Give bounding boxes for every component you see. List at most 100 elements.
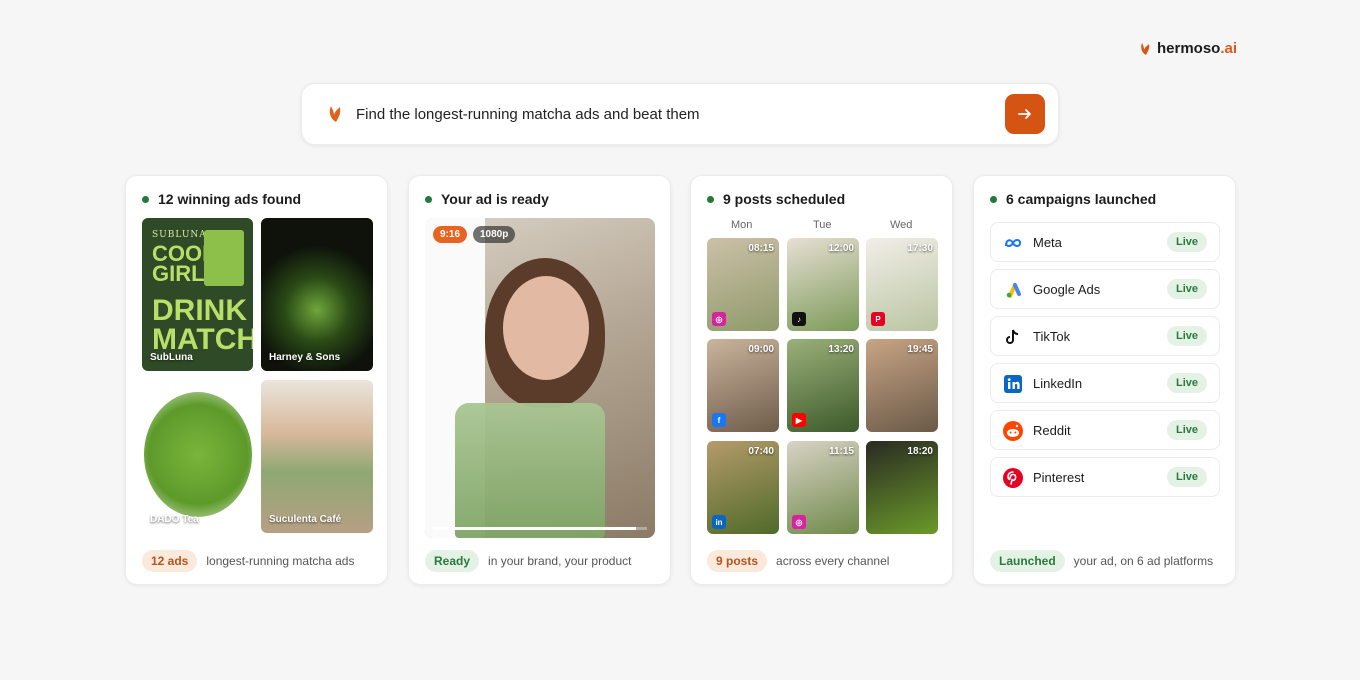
face-shape <box>503 276 589 380</box>
youtube-icon: ▶ <box>792 413 806 427</box>
brand-logo: hermoso.ai <box>1140 40 1237 57</box>
platform-name: LinkedIn <box>1033 376 1083 391</box>
ad-ready-card: Your ad is ready 9:16 1080p Ready in your… <box>408 175 671 585</box>
product-pouch <box>204 230 244 286</box>
post-time: 07:40 <box>748 446 774 457</box>
platform-row-reddit[interactable]: Reddit Live <box>990 410 1220 450</box>
subluna-art-line: DRINK <box>152 294 247 327</box>
posts-scheduled-card: 9 posts scheduled Mon Tue Wed 08:15 ◎ 12:0… <box>690 175 953 585</box>
footer-text: across every channel <box>776 554 890 568</box>
scheduled-post[interactable]: 09:00 f <box>707 339 779 432</box>
status-badge: Ready <box>425 550 480 572</box>
platform-name: Pinterest <box>1033 470 1085 485</box>
post-time: 08:15 <box>748 243 774 254</box>
post-time: 19:45 <box>907 344 933 355</box>
scheduled-post[interactable]: 08:15 ◎ <box>707 238 779 331</box>
card-footer: 12 ads longest-running matcha ads <box>142 550 354 572</box>
post-time: 09:00 <box>748 344 774 355</box>
card-title-text: Your ad is ready <box>441 191 549 207</box>
card-title: Your ad is ready <box>425 191 549 207</box>
footer-text: longest-running matcha ads <box>206 554 355 568</box>
ad-tile-harney[interactable]: Harney & Sons <box>261 218 373 371</box>
resolution-badge: 1080p <box>473 226 516 243</box>
card-title: 6 campaigns launched <box>990 191 1156 207</box>
ad-tile-label: SubLuna <box>150 352 193 363</box>
live-badge: Live <box>1166 326 1207 346</box>
card-footer: Ready in your brand, your product <box>425 550 631 572</box>
facebook-icon: f <box>712 413 726 427</box>
ad-tile-label: DADO Tea <box>150 514 199 525</box>
reddit-icon <box>1003 421 1023 441</box>
card-title: 9 posts scheduled <box>707 191 845 207</box>
ad-tile-suculenta[interactable]: Suculenta Café <box>261 380 373 533</box>
scheduled-post[interactable]: 12:00 ♪ <box>787 238 859 331</box>
status-badge: Launched <box>990 550 1065 572</box>
scheduled-post[interactable]: 19:45 <box>866 339 938 432</box>
footer-text: in your brand, your product <box>488 554 632 568</box>
google-ads-icon <box>1003 280 1023 300</box>
day-label: Mon <box>731 219 753 231</box>
ad-tile-subluna[interactable]: SUBLUNA COOLGIRLS DRINKMATCHA SubLuna <box>142 218 253 371</box>
scheduled-post[interactable]: 11:15 ◎ <box>787 441 859 534</box>
matcha-powder-image <box>144 392 252 517</box>
platform-name: Google Ads <box>1033 282 1101 297</box>
platform-row-tiktok[interactable]: TikTok Live <box>990 316 1220 356</box>
scheduled-post[interactable]: 07:40 in <box>707 441 779 534</box>
brand-name: hermoso <box>1157 40 1221 57</box>
pinterest-icon <box>1003 468 1023 488</box>
arrow-right-icon <box>1018 109 1031 119</box>
platform-name: Meta <box>1033 235 1062 250</box>
ad-tile-dado[interactable]: DADO Tea <box>142 380 253 533</box>
platform-row-google-ads[interactable]: Google Ads Live <box>990 269 1220 309</box>
subluna-art-line: MATCHA <box>152 323 253 356</box>
brand-suffix: .ai <box>1220 40 1238 57</box>
status-dot <box>425 195 432 203</box>
post-time: 12:00 <box>828 243 854 254</box>
platform-name: Reddit <box>1033 423 1071 438</box>
progress-fill <box>433 527 637 530</box>
scheduled-post[interactable]: 17:30 P <box>866 238 938 331</box>
status-dot <box>990 195 997 203</box>
post-time: 13:20 <box>828 344 854 355</box>
submit-button[interactable] <box>1005 94 1045 134</box>
live-badge: Live <box>1166 279 1207 299</box>
card-footer: Launched your ad, on 6 ad platforms <box>990 550 1213 572</box>
meta-icon <box>1003 233 1023 253</box>
post-time: 11:15 <box>828 446 854 457</box>
ratio-badge: 9:16 <box>433 226 468 243</box>
card-title-text: 9 posts scheduled <box>723 191 846 207</box>
winning-ads-card: 12 winning ads found SUBLUNA COOL GIRLS D… <box>125 175 388 585</box>
instagram-icon: ◎ <box>712 312 726 326</box>
ad-tile-label: Suculenta Café <box>269 514 342 525</box>
card-footer: 9 posts across every channel <box>707 550 889 572</box>
matcha-glass <box>455 403 605 538</box>
tiktok-icon <box>1003 327 1023 347</box>
card-title-text: 12 winning ads found <box>158 191 302 207</box>
post-time: 18:20 <box>907 446 933 457</box>
video-preview[interactable]: 9:16 1080p <box>425 218 655 538</box>
prompt-bar[interactable]: Find the longest-running matcha ads and … <box>301 83 1059 145</box>
count-badge: 12 ads <box>142 550 198 572</box>
subluna-headline: DRINKMATCHA <box>152 294 253 356</box>
scheduled-post[interactable]: 13:20 ▶ <box>787 339 859 432</box>
live-badge: Live <box>1166 373 1207 393</box>
prompt-text[interactable]: Find the longest-running matcha ads and … <box>356 106 700 123</box>
status-dot <box>707 195 714 203</box>
campaigns-card: 6 campaigns launched Meta Live Google Ad… <box>973 175 1236 585</box>
platform-row-linkedin[interactable]: LinkedIn Live <box>990 363 1220 403</box>
ad-tile-label: Harney & Sons <box>269 352 341 363</box>
instagram-icon: ◎ <box>792 515 806 529</box>
leaf-icon <box>1141 42 1150 55</box>
status-dot <box>142 195 149 203</box>
linkedin-icon: in <box>712 515 726 529</box>
platform-name: TikTok <box>1033 329 1071 344</box>
progress-track[interactable] <box>433 527 647 530</box>
card-title: 12 winning ads found <box>142 191 301 207</box>
tiktok-icon: ♪ <box>792 312 806 326</box>
platform-row-meta[interactable]: Meta Live <box>990 222 1220 262</box>
live-badge: Live <box>1166 420 1207 440</box>
subluna-brand-text: SUBLUNA <box>152 230 207 240</box>
scheduled-post[interactable]: 18:20 <box>866 441 938 534</box>
live-badge: Live <box>1166 232 1207 252</box>
platform-row-pinterest[interactable]: Pinterest Live <box>990 457 1220 497</box>
